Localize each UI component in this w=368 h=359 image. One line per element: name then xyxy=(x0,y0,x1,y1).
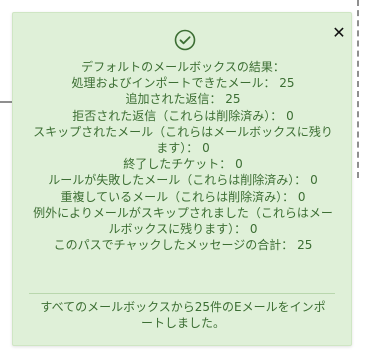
result-replies-added: 追加された返信： 25 xyxy=(125,92,241,107)
result-processed-imported: 処理およびインポートできたメール： 25 xyxy=(71,76,295,91)
dashed-guide-left xyxy=(0,101,12,103)
import-results-list: デフォルトのメールボックスの結果： 処理およびインポートできたメール： 25 追… xyxy=(13,59,353,253)
result-duplicates: 重複しているメール（これらは削除済み）： 0 xyxy=(60,189,306,204)
import-result-notice: ✕ デフォルトのメールボックスの結果： 処理およびインポートできたメール： 25… xyxy=(12,12,352,346)
results-heading: デフォルトのメールボックスの結果： xyxy=(81,60,285,74)
summary-text: すべてのメールボックスから25件のEメールをインポートしました。 xyxy=(40,300,326,331)
result-emails-skipped: スキップされたメール（これらはメールボックスに残ります）： 0 xyxy=(33,124,333,156)
divider xyxy=(29,293,335,294)
check-circle-icon xyxy=(174,29,196,51)
result-replies-rejected: 拒否された返信（これらは削除済み）： 0 xyxy=(72,108,294,123)
import-summary: すべてのメールボックスから25件のEメールをインポートしました。 xyxy=(13,299,353,331)
dashed-guide-right xyxy=(357,0,359,178)
close-icon[interactable]: ✕ xyxy=(331,25,347,41)
page: ✕ デフォルトのメールボックスの結果： 処理およびインポートできたメール： 25… xyxy=(0,0,368,359)
result-rule-failed: ルールが失敗したメール（これらは削除済み）： 0 xyxy=(48,173,318,188)
result-total-checked: このパスでチャックしたメッセージの合計： 25 xyxy=(53,238,313,253)
result-exception-skipped: 例外によりメールがスキップされました（これらはメールボックスに残ります）： 0 xyxy=(33,205,333,237)
result-tickets-closed: 終了したチケット： 0 xyxy=(123,157,243,172)
